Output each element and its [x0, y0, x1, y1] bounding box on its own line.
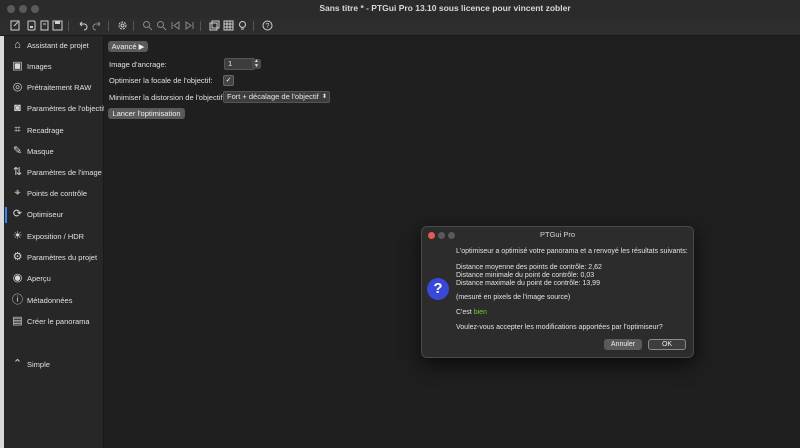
sidebar-item-label: Paramètres de l'image: [27, 168, 102, 177]
measurement-note-text: (mesuré en pixels de l'image source): [456, 294, 571, 301]
sidebar-item-images[interactable]: ▣ Images: [0, 57, 103, 77]
optimize-focal-label: Optimiser la focale de l'objectif:: [109, 76, 213, 85]
sidebar-item-exposition-hdr[interactable]: ☀ Exposition / HDR: [0, 227, 103, 247]
anchor-image-stepper[interactable]: ▲ ▼: [252, 59, 261, 69]
optimizer-results-dialog: PTGui Pro ? L'optimiseur a optimisé votr…: [421, 226, 694, 358]
control-points-icon: ⌖: [14, 187, 21, 199]
sidebar-item-label: Métadonnées: [27, 296, 73, 305]
redo-icon[interactable]: [91, 20, 103, 32]
help-icon[interactable]: ?: [261, 20, 273, 32]
lightbulb-icon[interactable]: [236, 20, 248, 32]
sidebar-item-parametres-du-projet[interactable]: ⚙ Paramètres du projet: [0, 248, 103, 268]
exposure-icon: ☀: [12, 230, 23, 242]
save-icon[interactable]: [51, 20, 63, 32]
sidebar-item-label: Recadrage: [27, 126, 64, 135]
new-project-icon[interactable]: [9, 20, 21, 32]
sidebar-item-label: Assistant de projet: [27, 41, 89, 50]
dialog-title: PTGui Pro: [539, 230, 575, 239]
minimum-distance-text: Distance minimale du point de contrôle: …: [456, 272, 595, 279]
sidebar-item-apercu[interactable]: ◉ Aperçu: [0, 269, 103, 289]
previous-icon[interactable]: [169, 20, 181, 32]
ok-button[interactable]: OK: [648, 339, 686, 350]
raw-preprocess-icon: ◎: [12, 81, 23, 93]
crop-icon: ⌗: [14, 124, 21, 136]
project-assistant-icon: ⌂: [14, 39, 21, 51]
sidebar-item-label: Prétraitement RAW: [27, 83, 92, 92]
verdict-text: C'est bien: [456, 309, 487, 316]
dialog-intro-text: L'optimiseur a optimisé votre panorama e…: [456, 248, 688, 255]
optimize-focal-checkbox[interactable]: ✓: [223, 75, 234, 86]
optimizer-icon: ⟳: [12, 208, 23, 220]
undo-icon[interactable]: [76, 20, 88, 32]
sidebar-item-parametres-de-l-image[interactable]: ⇅ Paramètres de l'image: [0, 163, 103, 183]
anchor-image-input[interactable]: 1: [224, 58, 255, 70]
average-distance-text: Distance moyenne des points de contrôle:…: [456, 264, 602, 271]
sidebar-item-label: Simple: [27, 360, 50, 369]
title-bar: Sans titre * - PTGui Pro 13.10 sous lice…: [0, 0, 800, 19]
lens-icon: ◙: [14, 102, 21, 114]
cancel-button[interactable]: Annuler: [604, 339, 642, 350]
accept-question-text: Voulez-vous accepter les modifications a…: [456, 324, 663, 331]
question-mark-icon: ?: [427, 278, 449, 300]
sidebar-item-label: Créer le panorama: [27, 317, 90, 326]
active-indicator: [5, 207, 7, 223]
minimize-distortion-select[interactable]: Fort + décalage de l'objectif ⬍: [223, 91, 330, 103]
sidebar-item-label: Paramètres de l'objectif: [27, 104, 106, 113]
sidebar-item-label: Images: [27, 62, 52, 71]
select-chevron-icon: ⬍: [321, 94, 327, 100]
verdict-word: bien: [473, 309, 487, 316]
sidebar-item-masque[interactable]: ✎ Masque: [0, 142, 103, 162]
sidebar-item-label: Optimiseur: [27, 210, 64, 219]
sidebar-item-label: Aperçu: [27, 274, 51, 283]
image-params-icon: ⇅: [12, 166, 23, 178]
zoom-in-icon[interactable]: [141, 20, 153, 32]
sidebar-item-parametres-de-l-objectif[interactable]: ◙ Paramètres de l'objectif: [0, 99, 106, 119]
sidebar-item-simple[interactable]: ⌃ Simple: [0, 355, 103, 375]
toolbar: ?: [0, 18, 800, 36]
open-project-icon[interactable]: [25, 20, 37, 32]
mask-icon: ✎: [12, 145, 23, 157]
anchor-image-label: Image d'ancrage:: [109, 60, 167, 69]
sidebar-item-optimiseur[interactable]: ⟳ Optimiseur: [0, 205, 103, 225]
sidebar-item-recadrage[interactable]: ⌗ Recadrage: [0, 121, 103, 141]
table-grid-icon[interactable]: [222, 20, 234, 32]
sidebar-item-creer-le-panorama[interactable]: ▤ Créer le panorama: [0, 312, 103, 332]
verdict-prefix: C'est: [456, 309, 474, 316]
metadata-icon: ⓘ: [12, 294, 23, 306]
window-title: Sans titre * - PTGui Pro 13.10 sous lice…: [319, 3, 571, 13]
images-icon: ▣: [12, 60, 23, 72]
sidebar-item-label: Exposition / HDR: [27, 232, 85, 241]
sidebar-item-assistant-de-projet[interactable]: ⌂ Assistant de projet: [0, 36, 103, 56]
sidebar-item-label: Points de contrôle: [27, 189, 88, 198]
sidebar-item-label: Masque: [27, 147, 54, 156]
project-settings-icon: ⚙: [12, 251, 23, 263]
panorama-editor-icon[interactable]: [208, 20, 220, 32]
next-icon[interactable]: [183, 20, 195, 32]
zoom-out-icon[interactable]: [155, 20, 167, 32]
simple-mode-icon: ⌃: [12, 358, 23, 370]
sidebar-item-pretraitement-raw[interactable]: ◎ Prétraitement RAW: [0, 78, 103, 98]
sidebar-item-points-de-controle[interactable]: ⌖ Points de contrôle: [0, 184, 103, 204]
document-icon[interactable]: [38, 20, 50, 32]
run-optimization-button[interactable]: Lancer l'optimisation: [108, 108, 185, 119]
create-panorama-icon: ▤: [12, 315, 23, 327]
sidebar-item-metadonnees[interactable]: ⓘ Métadonnées: [0, 291, 103, 311]
preview-icon: ◉: [12, 272, 23, 284]
minimize-distortion-label: Minimiser la distorsion de l'objectif:: [109, 93, 225, 102]
svg-text:?: ?: [265, 23, 269, 30]
sidebar-item-label: Paramètres du projet: [27, 253, 98, 262]
settings-gear-icon[interactable]: [116, 20, 128, 32]
maximum-distance-text: Distance maximale du point de contrôle: …: [456, 280, 600, 287]
minimize-distortion-value: Fort + décalage de l'objectif: [227, 92, 319, 101]
advanced-button[interactable]: Avancé ▶: [108, 41, 148, 52]
